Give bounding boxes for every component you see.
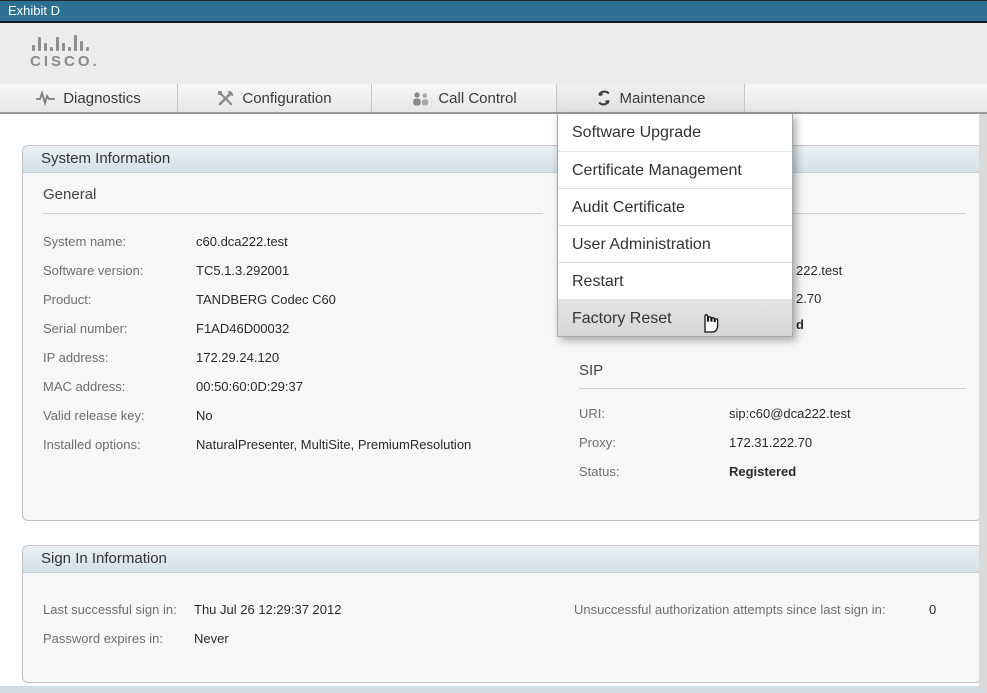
sip-divider (579, 388, 966, 389)
sip-status-value: Registered (729, 464, 796, 479)
row-value: NaturalPresenter, MultiSite, PremiumReso… (196, 437, 471, 452)
general-section-heading: General (43, 186, 96, 203)
row-label: Software version: (43, 263, 143, 278)
menu-item-audit-certificate[interactable]: Audit Certificate (558, 188, 792, 225)
main-nav: Diagnostics Configuration Call Control M… (0, 84, 987, 114)
row-label: Valid release key: (43, 408, 145, 423)
row-label: Serial number: (43, 321, 128, 336)
row-value: c60.dca222.test (196, 234, 288, 249)
system-information-header: System Information (23, 146, 981, 173)
row-value: Never (194, 631, 229, 646)
sign-in-information-header: Sign In Information (23, 546, 981, 573)
pulse-icon (36, 90, 55, 106)
tab-maintenance[interactable]: Maintenance (557, 84, 745, 112)
people-icon (411, 91, 430, 106)
h323-partial-value: d (796, 317, 804, 332)
row-value: 172.31.222.70 (729, 435, 812, 450)
exhibit-label: Exhibit D (0, 1, 987, 21)
tab-label: Diagnostics (63, 90, 141, 107)
attempts-label: Unsuccessful authorization attempts sinc… (574, 602, 885, 617)
row-label: Status: (579, 464, 619, 479)
menu-item-factory-reset[interactable]: Factory Reset (558, 299, 792, 336)
cisco-logo: CISCO. (30, 35, 100, 70)
row-value: sip:c60@dca222.test (729, 406, 851, 421)
row-label: Proxy: (579, 435, 616, 450)
row-label: Installed options: (43, 437, 141, 452)
hand-pointer-cursor (698, 306, 721, 338)
attempts-value: 0 (929, 602, 936, 617)
row-value: No (196, 408, 213, 423)
tab-diagnostics[interactable]: Diagnostics (0, 84, 178, 112)
tab-call-control[interactable]: Call Control (372, 84, 557, 112)
exhibit-bar: Exhibit D (0, 0, 987, 23)
logo-header: CISCO. (0, 23, 987, 84)
content-area: System Information General System name: … (0, 114, 987, 686)
row-label: Password expires in: (43, 631, 163, 646)
tab-configuration[interactable]: Configuration (178, 84, 372, 112)
panel-title: System Information (23, 146, 981, 172)
row-label: Last successful sign in: (43, 602, 177, 617)
cisco-bars-icon (32, 35, 100, 51)
row-label: IP address: (43, 350, 109, 365)
tab-label: Maintenance (620, 90, 706, 107)
cisco-wordmark: CISCO. (30, 53, 100, 70)
general-divider (43, 213, 543, 214)
sync-icon (596, 90, 612, 106)
row-value: F1AD46D00032 (196, 321, 289, 336)
row-value: TC5.1.3.292001 (196, 263, 289, 278)
row-label: MAC address: (43, 379, 125, 394)
h323-partial-value: 2.70 (796, 291, 821, 306)
page-edge-strip (979, 114, 987, 693)
system-information-panel: System Information General System name: … (22, 145, 982, 521)
menu-item-restart[interactable]: Restart (558, 262, 792, 299)
row-value: TANDBERG Codec C60 (196, 292, 336, 307)
row-label: URI: (579, 406, 605, 421)
panel-title: Sign In Information (23, 546, 981, 572)
tools-icon (217, 90, 234, 106)
row-label: Product: (43, 292, 91, 307)
sip-section-heading: SIP (579, 362, 603, 379)
page-bottom-strip (0, 686, 987, 693)
hand-pointer-icon (698, 306, 721, 333)
row-label: System name: (43, 234, 126, 249)
menu-item-certificate-management[interactable]: Certificate Management (558, 151, 792, 188)
sign-in-information-panel: Sign In Information Last successful sign… (22, 545, 982, 683)
tab-label: Call Control (438, 90, 516, 107)
row-value: 00:50:60:0D:29:37 (196, 379, 303, 394)
row-value: Thu Jul 26 12:29:37 2012 (194, 602, 341, 617)
menu-item-software-upgrade[interactable]: Software Upgrade (558, 114, 792, 151)
tab-label: Configuration (242, 90, 331, 107)
row-value: 172.29.24.120 (196, 350, 279, 365)
h323-partial-value: 222.test (796, 263, 842, 278)
menu-item-user-administration[interactable]: User Administration (558, 225, 792, 262)
maintenance-menu: Software Upgrade Certificate Management … (557, 114, 793, 337)
